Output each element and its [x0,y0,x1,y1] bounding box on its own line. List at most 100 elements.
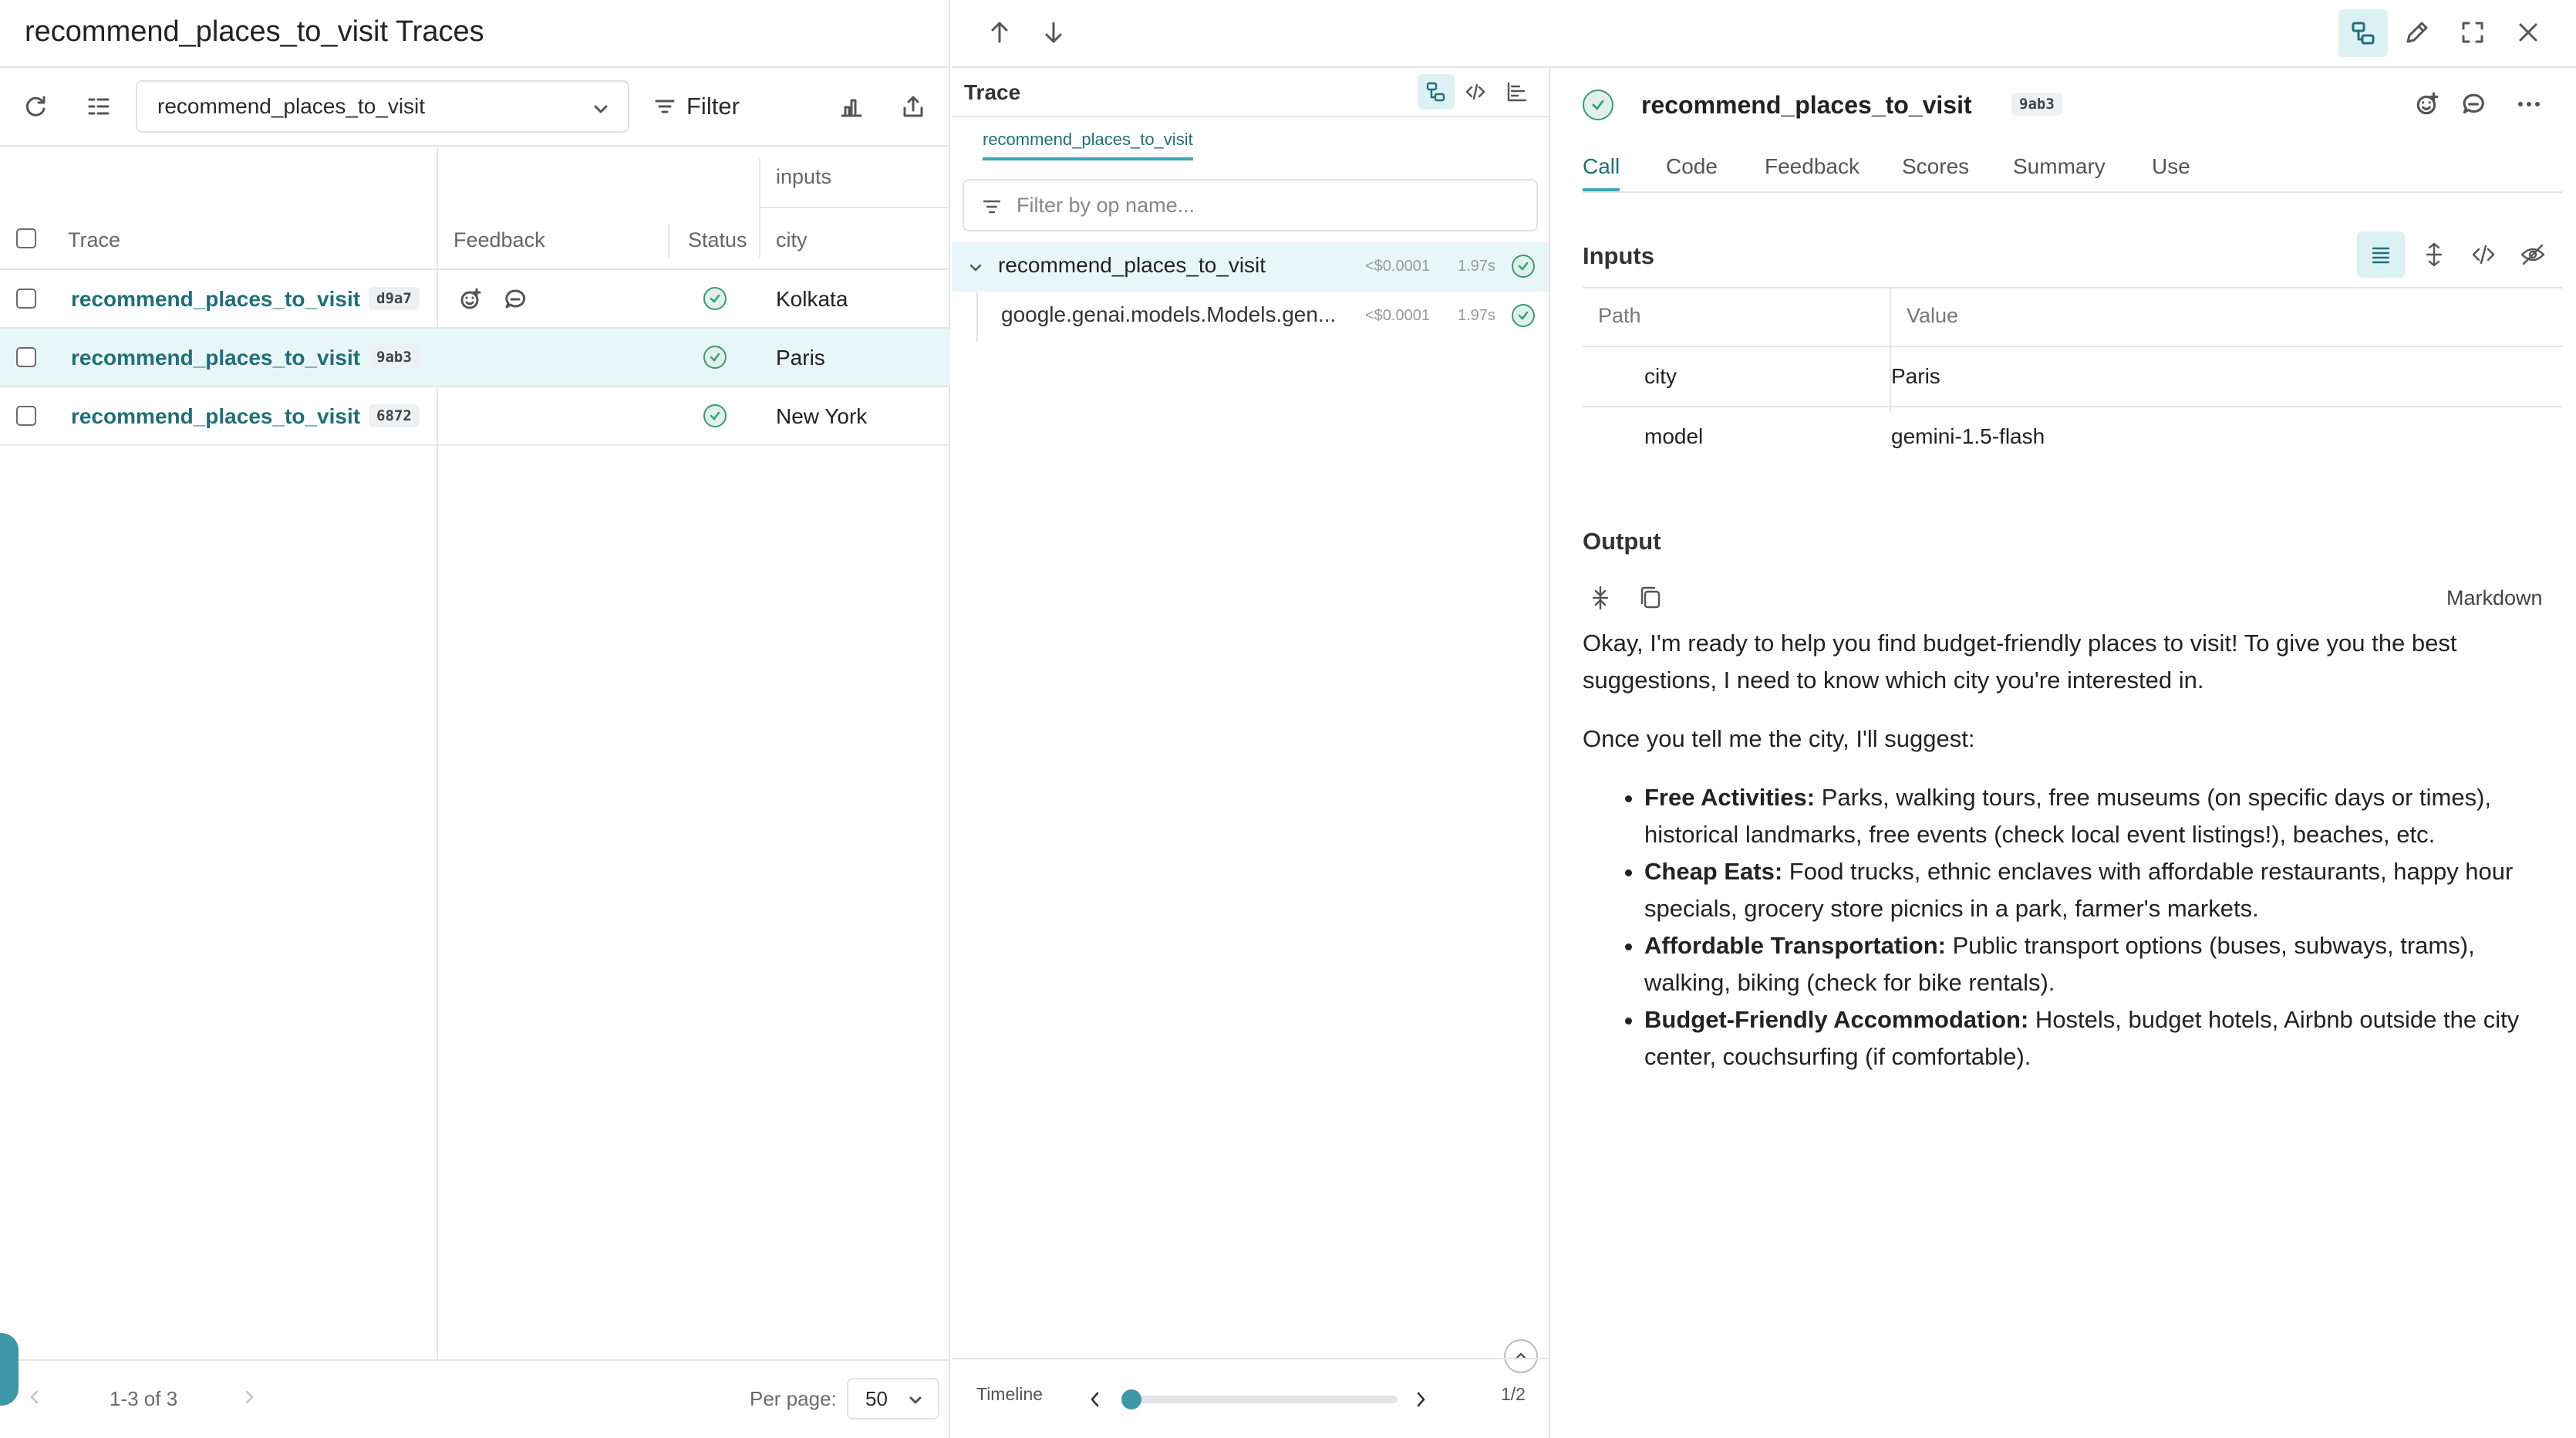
output-section-title: Output [1583,528,1661,555]
table-row[interactable]: recommend_places_to_visit 9ab3 Paris [0,329,950,387]
divider [1583,191,2562,193]
divider [760,207,950,208]
timeline-label: Timeline [976,1384,1044,1404]
row-checkbox[interactable] [16,347,36,367]
tree-node-duration: 1.97s [1458,307,1495,324]
op-select[interactable]: recommend_places_to_visit [136,80,629,133]
input-path: city [1644,364,1677,388]
row-checkbox[interactable] [16,289,36,309]
more-options-icon[interactable] [2516,93,2542,116]
columns-icon[interactable] [74,82,123,131]
select-all-checkbox[interactable] [16,228,36,248]
active-tab-indicator [1583,188,1620,191]
timeline-next-icon[interactable] [1411,1390,1430,1409]
add-reaction-icon[interactable] [2414,91,2440,117]
trace-tree-view-icon[interactable] [2338,9,2388,57]
help-launcher-button[interactable] [0,1333,19,1406]
trace-tree-node[interactable]: recommend_places_to_visit <$0.0001 1.97s [952,242,1549,292]
timeline-slider-thumb[interactable] [1121,1389,1141,1409]
traces-panel: recommend_places_to_visit Traces recomme… [0,0,950,1438]
trace-tab[interactable]: recommend_places_to_visit [983,130,1193,160]
city-cell: New York [776,404,868,428]
chevron-down-icon [594,105,608,113]
expand-rows-icon[interactable] [2420,241,2448,268]
column-header-feedback[interactable]: Feedback [453,228,545,252]
edit-icon[interactable] [2402,17,2433,48]
add-comment-icon[interactable] [2460,91,2487,117]
column-divider [668,224,669,258]
divider [0,66,950,68]
previous-trace-icon[interactable] [984,17,1015,48]
tab-call[interactable]: Call [1583,154,1620,179]
collapse-icon[interactable] [1589,585,1612,611]
per-page-select[interactable]: 50 [847,1378,939,1419]
timeline-page-indicator: 1/2 [1501,1384,1526,1404]
tab-scores[interactable]: Scores [1902,154,1969,179]
filter-button[interactable]: Filter [652,80,740,133]
column-header-city[interactable]: city [776,228,808,252]
hide-icon[interactable] [2519,241,2547,268]
column-header-status[interactable]: Status [688,228,747,252]
trace-link[interactable]: recommend_places_to_visit [71,346,360,370]
row-checkbox[interactable] [16,406,36,426]
tree-node-cost: <$0.0001 [1365,258,1430,275]
fullscreen-icon[interactable] [2457,17,2488,48]
tree-node-name: google.genai.models.Models.gen... [1001,302,1337,326]
trace-link[interactable]: recommend_places_to_visit [71,287,360,312]
tab-use[interactable]: Use [2152,154,2190,179]
column-divider [759,159,760,258]
trace-id-badge: d9a7 [369,287,420,310]
list-item: Affordable Transportation: Public transp… [1644,927,2562,1001]
divider [952,1358,1549,1359]
per-page-label: Per page: [750,1387,837,1410]
list-item: Cheap Eats: Food trucks, ethnic enclaves… [1644,853,2562,927]
timeline-slider[interactable] [1129,1396,1398,1403]
refresh-icon[interactable] [11,82,60,131]
next-trace-icon[interactable] [1038,17,1069,48]
tab-feedback[interactable]: Feedback [1765,154,1860,179]
output-markdown: Okay, I'm ready to help you find budget-… [1583,625,2562,1165]
tree-node-duration: 1.97s [1458,258,1495,275]
list-view-icon[interactable] [2357,231,2405,278]
status-success-icon [703,404,727,427]
call-name: recommend_places_to_visit [1641,91,1972,119]
code-view-icon[interactable] [1464,80,1487,103]
tree-view-icon[interactable] [1418,74,1455,110]
add-reaction-icon[interactable] [458,287,483,312]
close-icon[interactable] [2513,17,2544,48]
input-path: model [1644,424,1704,448]
divider [1583,346,2562,347]
timeline-view-icon[interactable] [1505,80,1529,103]
inputs-section-title: Inputs [1583,242,1654,269]
table-row[interactable]: recommend_places_to_visit d9a7 Kolkata [0,270,950,329]
status-success-icon [1583,89,1613,120]
next-page-icon[interactable] [241,1389,258,1406]
collapse-timeline-button[interactable] [1504,1339,1538,1373]
tab-code[interactable]: Code [1666,154,1718,179]
add-comment-icon[interactable] [503,287,528,312]
code-view-icon[interactable] [2470,241,2497,268]
column-header-trace[interactable]: Trace [68,228,120,252]
input-value: gemini-1.5-flash [1891,424,2045,448]
divider [0,1359,950,1361]
copy-icon[interactable] [1638,585,1663,611]
call-detail-panel: recommend_places_to_visit 9ab3 Call Code… [1552,68,2576,1438]
previous-page-icon[interactable] [26,1389,43,1406]
export-icon[interactable] [888,82,938,131]
output-intro: Okay, I'm ready to help you find budget-… [1583,630,2457,694]
filter-label: Filter [686,93,740,120]
trace-link[interactable]: recommend_places_to_visit [71,404,360,429]
page-title: recommend_places_to_visit Traces [25,15,484,48]
table-row[interactable]: recommend_places_to_visit 6872 New York [0,387,950,446]
chevron-down-icon[interactable] [967,259,984,276]
per-page-value: 50 [865,1386,888,1410]
op-filter-input[interactable]: Filter by op name... [963,179,1538,231]
tab-summary[interactable]: Summary [2013,154,2106,179]
trace-tree-node[interactable]: google.genai.models.Models.gen... <$0.00… [952,292,1549,341]
timeline-previous-icon[interactable] [1086,1390,1104,1409]
output-format-toggle[interactable]: Markdown [2446,586,2543,610]
chart-icon[interactable] [827,82,876,131]
chevron-up-icon [1515,1352,1527,1360]
output-lead: Once you tell me the city, I'll suggest: [1583,725,1975,752]
list-item: Budget-Friendly Accommodation: Hostels, … [1644,1001,2562,1075]
